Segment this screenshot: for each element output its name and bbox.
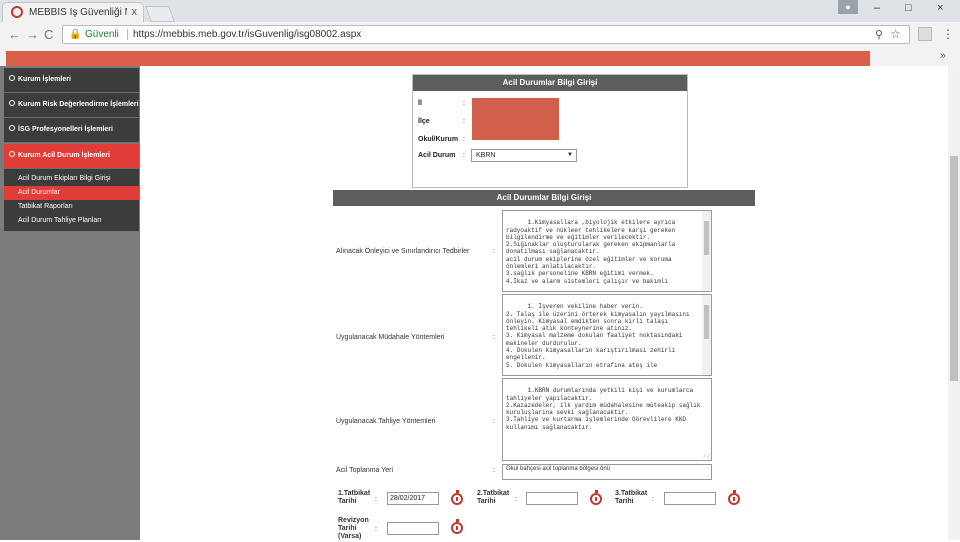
sidebar-item-isg[interactable]: İSG Profesyonelleri İşlemleri (4, 118, 139, 143)
onleyici-tedbirler-label: Alınacak Önleyici ve Sınırlandırıcı Tedb… (336, 248, 470, 255)
bookmarks-more-icon[interactable]: » (940, 50, 946, 62)
sidebar-item-kurum-islemleri[interactable]: Kurum İşlemleri (4, 68, 139, 93)
revizyon-label: Revizyon Tarihi (Varsa) (338, 517, 369, 540)
colon: : (463, 152, 465, 159)
tatbikat3-date-input[interactable] (664, 492, 716, 505)
sidebar-subitem-ekipler[interactable]: Acil Durum Ekipları Bilgi Girişi (4, 172, 139, 186)
tatbikat1-date-input[interactable]: 28/02/2017 (387, 492, 439, 505)
tab-title: MEBBIS İş Güvenliği Mod (29, 7, 127, 18)
mudahale-yontemleri-textarea[interactable]: 1. İşveren vekiline haber verin. 2. Tala… (502, 294, 712, 376)
sidebar-subitem-tatbikat[interactable]: Tatbikat Raporları (4, 200, 139, 214)
circle-icon (9, 100, 15, 106)
circle-icon (9, 75, 15, 81)
colon: : (493, 418, 495, 425)
sidebar-item-risk[interactable]: Kurum Risk Değerlendirme İşlemleri (4, 93, 139, 118)
new-tab-button[interactable] (145, 6, 175, 22)
form-header: Acil Durumlar Bilgi Girişi (413, 75, 687, 91)
reload-icon[interactable]: C (44, 27, 53, 42)
ilce-label: İlçe (418, 118, 430, 125)
tab-close-icon[interactable]: x (132, 6, 138, 18)
user-profile-icon[interactable]: ● (838, 0, 858, 14)
minimize-icon[interactable]: – (874, 2, 880, 14)
mudahale-yontemleri-label: Uygulanacak Müdahale Yöntemleri (336, 334, 445, 341)
colon: : (375, 496, 377, 503)
colon: : (652, 496, 654, 503)
sidebar-menu: Kurum İşlemleri Kurum Risk Değerlendirme… (4, 68, 139, 231)
toplanma-yeri-label: Acil Toplanma Yeri (336, 467, 394, 474)
window-close-icon[interactable]: × (937, 2, 943, 14)
circle-icon (9, 125, 15, 131)
colon: : (493, 467, 495, 474)
acil-durum-select[interactable]: KBRN ▼ (471, 149, 577, 162)
scrollbar-thumb[interactable] (950, 156, 958, 381)
stopwatch-icon[interactable] (451, 490, 463, 505)
header-banner (6, 51, 870, 66)
tatbikat1-date-value: 28/02/2017 (390, 495, 426, 502)
tatbikat2-date-input[interactable] (526, 492, 578, 505)
sidebar-item-label: Kurum İşlemleri (18, 76, 71, 83)
sidebar-item-label: İSG Profesyonelleri İşlemleri (18, 126, 113, 133)
textarea-content: 1.Kimyasallara ,biyolojik etkilere ayrıc… (506, 219, 676, 285)
left-panel: Kurum İşlemleri Kurum Risk Değerlendirme… (0, 66, 140, 540)
acil-durum-value: KBRN (476, 152, 496, 159)
colon: : (515, 496, 517, 503)
toplanma-yeri-textarea[interactable]: Okul bahçesi acil toplanma bölgesi önü (502, 464, 712, 480)
sidebar-item-label: Kurum Risk Değerlendirme İşlemleri (18, 101, 139, 108)
colon: : (463, 100, 465, 107)
acil-durum-label: Acil Durum (418, 152, 456, 159)
favicon-icon (11, 6, 23, 18)
extension-icon[interactable] (918, 27, 932, 41)
stopwatch-icon[interactable] (728, 490, 740, 505)
textarea-scrollbar[interactable] (702, 211, 711, 291)
address-bar[interactable]: 🔒 Güvenli https://mebbis.meb.gov.tr/isGu… (62, 25, 910, 44)
revizyon-date-input[interactable] (387, 522, 439, 535)
zoom-icon[interactable]: ⚲ (875, 28, 883, 41)
form-header: Acil Durumlar Bilgi Girişi (333, 190, 755, 206)
back-icon[interactable]: ← (8, 27, 21, 42)
colon: : (493, 248, 495, 255)
address-separator (127, 29, 128, 40)
chevron-down-icon: ▼ (567, 152, 573, 158)
forward-icon[interactable]: → (26, 27, 39, 42)
sidebar-item-acil-durum[interactable]: Kurum Acil Durum İşlemleri (4, 144, 139, 169)
stopwatch-icon[interactable] (451, 519, 463, 534)
lock-icon: 🔒 (69, 29, 82, 40)
tahliye-yontemleri-label: Uygulanacak Tahliye Yöntemleri (336, 418, 436, 425)
il-label: İl (418, 100, 422, 107)
form-acil-durum-secim: Acil Durumlar Bilgi Girişi İl : İlçe : O… (412, 74, 688, 188)
sidebar-subitem-tahliye[interactable]: Acil Durum Tahliye Planları (4, 214, 139, 228)
circle-icon (9, 151, 15, 157)
browser-menu-icon[interactable]: ⋮ (942, 27, 954, 41)
sidebar-item-label: Kurum Acil Durum İşlemleri (18, 152, 110, 159)
textarea-content: 1. İşveren vekiline haber verin. 2. Tala… (506, 303, 690, 369)
stopwatch-icon[interactable] (590, 490, 602, 505)
resize-grip-icon[interactable]: ∕∕ (703, 453, 710, 460)
maximize-icon[interactable]: □ (905, 2, 912, 14)
form-acil-durum-detay: Acil Durumlar Bilgi Girişi Alınacak Önle… (333, 190, 755, 542)
okul-label: Okul/Kurum (418, 136, 459, 143)
bookmark-star-icon[interactable]: ☆ (890, 27, 901, 41)
textarea-scrollbar[interactable] (702, 295, 711, 375)
tatbikat2-label: 2.Tatbikat Tarihi (477, 490, 510, 505)
sidebar-subitem-acil-durumlar[interactable]: Acil Durumlar (4, 186, 139, 200)
tahliye-yontemleri-textarea[interactable]: 1.KBRN durumlarında yetkili kişi ve kuru… (502, 378, 712, 461)
page-scrollbar[interactable] (948, 66, 960, 540)
tatbikat1-label: 1.Tatbikat Tarihi (338, 490, 371, 505)
colon: : (463, 118, 465, 125)
tab-strip: MEBBIS İş Güvenliği Mod x ● – □ × (0, 0, 960, 22)
page-content: Kurum İşlemleri Kurum Risk Değerlendirme… (0, 66, 960, 542)
redacted-region (472, 98, 559, 140)
colon: : (375, 526, 377, 533)
url-text[interactable]: https://mebbis.meb.gov.tr/isGuvenlig/isg… (133, 29, 361, 40)
textarea-content: 1.KBRN durumlarında yetkili kişi ve kuru… (506, 387, 701, 431)
browser-toolbar: ← → C 🔒 Güvenli https://mebbis.meb.gov.t… (0, 22, 960, 49)
sidebar-submenu: Acil Durum Ekipları Bilgi Girişi Acil Du… (4, 169, 139, 231)
textarea-content: Okul bahçesi acil toplanma bölgesi önü (506, 466, 611, 472)
browser-tab[interactable]: MEBBIS İş Güvenliği Mod x (2, 2, 144, 22)
onleyici-tedbirler-textarea[interactable]: 1.Kimyasallara ,biyolojik etkilere ayrıc… (502, 210, 712, 292)
colon: : (493, 334, 495, 341)
secure-label: Güvenli (85, 29, 119, 40)
colon: : (463, 136, 465, 143)
tatbikat3-label: 3.Tatbikat Tarihi (615, 490, 648, 505)
